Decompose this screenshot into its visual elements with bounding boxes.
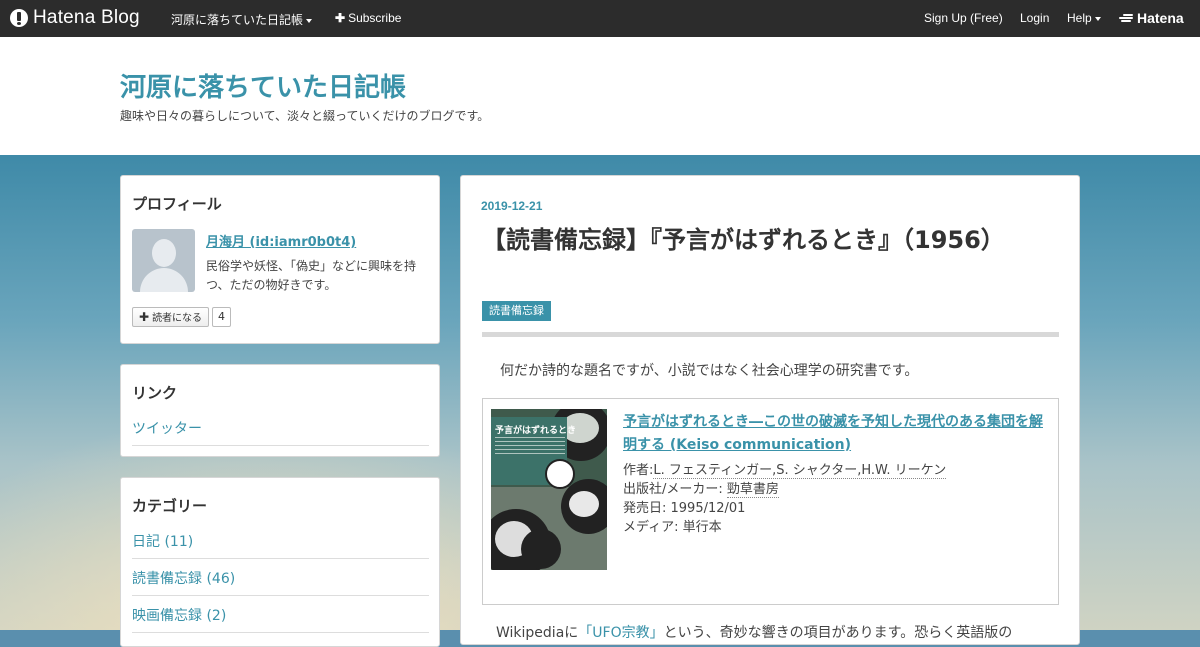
blog-title[interactable]: 河原に落ちていた日記帳 [120,67,406,104]
entry-lead-text: 何だか詩的な題名ですが、小説ではなく社会心理学の研究書です。 [500,363,919,379]
category-tag[interactable]: 読書備忘録 [482,301,551,321]
chevron-down-icon [1094,16,1101,21]
product-info: 作者:L. フェスティンガー,S. シャクター,H.W. リーケン 出版社/メー… [623,461,947,537]
avatar[interactable] [132,229,195,292]
body-text-prefix: Wikipediaに [496,625,579,641]
hatena-blog-logo-text: Hatena Blog [33,7,140,28]
profile-heading: プロフィール [132,195,222,213]
category-diary[interactable]: 日記 (11) [132,531,193,551]
blog-menu-label: 河原に落ちていた日記帳 [171,13,304,27]
plus-icon: ✚ [335,11,346,25]
signup-link[interactable]: Sign Up (Free) [924,11,1003,25]
hatena-logo-text: Hatena [1137,10,1184,26]
divider [132,558,429,559]
product-publisher-row: 出版社/メーカー: 勁草書房 [623,480,946,499]
publisher-label: 出版社/メーカー: [623,482,723,497]
links-module: リンク ツイッター [120,364,440,457]
avatar-head-shape [152,239,176,267]
entry-title[interactable]: 【読書備忘録】『予言がはずれるとき』（1956） [482,223,1022,257]
blog-header: 河原に落ちていた日記帳 趣味や日々の暮らしについて、淡々と綴っていくだけのブログ… [0,37,1200,155]
blog-description: 趣味や日々の暮らしについて、淡々と綴っていくだけのブログです。 [120,109,490,123]
ufo-religion-link[interactable]: 「UFO宗教」 [578,625,663,641]
profile-bio: 民俗学や妖怪、「偽史」などに興味を持つ、ただの物好きです。 [206,259,417,292]
entry-date[interactable]: 2019-12-21 [481,199,542,213]
categories-heading: カテゴリー [132,497,208,515]
links-heading: リンク [132,384,178,402]
entry-divider [482,332,1059,337]
product-author-row: 作者:L. フェスティンガー,S. シャクター,H.W. リーケン [623,461,947,480]
publisher-link[interactable]: 勁草書房 [726,482,779,498]
author-label: 作者: [623,463,654,478]
help-label: Help [1067,11,1092,25]
reader-count-badge: 4 [212,307,231,327]
product-media: メディア: 単行本 [623,520,722,535]
article: 2019-12-21 【読書備忘録】『予言がはずれるとき』（1956） 読書備忘… [460,175,1080,645]
chevron-down-icon [306,18,313,23]
link-twitter[interactable]: ツイッター [132,418,202,438]
divider [132,445,429,446]
cover-shape [521,529,561,569]
plus-icon: ✚ [139,310,150,324]
cover-shape [495,437,565,455]
divider [132,632,429,633]
global-header: Hatena Blog 河原に落ちていた日記帳 ✚ Subscribe Sign … [0,0,1200,37]
subscribe-label: Subscribe [348,11,402,25]
hatena-blog-logo[interactable]: Hatena Blog [10,7,140,29]
category-movie-notes[interactable]: 映画備忘録 (2) [132,605,226,625]
reader-button-label: 読者になる [152,313,203,324]
hatena-blog-logo-icon [10,9,28,27]
body-text-suffix: という、奇妙な響きの項目があります。恐らく英語版の [663,625,1013,641]
divider [132,595,429,596]
book-cover-image[interactable]: 予言がはずれるとき [491,409,607,570]
subscribe-button[interactable]: ✚ Subscribe [335,11,401,25]
author-link[interactable]: L. フェスティンガー,S. シャクター,H.W. リーケン [653,463,947,479]
category-reading-notes[interactable]: 読書備忘録 (46) [132,568,235,588]
cover-shape [569,491,599,517]
blog-menu-dropdown[interactable]: 河原に落ちていた日記帳 [171,11,313,28]
hatena-wing-icon [1118,13,1134,23]
hatena-logo[interactable]: Hatena [1118,10,1184,26]
profile-module: プロフィール 月海月 (id:iamr0b0t4) 民俗学や妖怪、「偽史」などに… [120,175,440,344]
help-dropdown[interactable]: Help [1067,11,1101,25]
subscribe-reader-button[interactable]: ✚ 読者になる [132,307,210,327]
cover-shape [545,459,575,489]
product-title-link[interactable]: 予言がはずれるとき―この世の破滅を予知した現代のある集団を解明する (Keiso… [623,411,1048,457]
categories-module: カテゴリー 日記 (11) 読書備忘録 (46) 映画備忘録 (2) [120,477,440,647]
login-link[interactable]: Login [1020,11,1049,25]
profile-name-link[interactable]: 月海月 (id:iamr0b0t4) [206,231,356,250]
product-release-date: 発売日: 1995/12/01 [623,501,746,516]
cover-title-text: 予言がはずれるとき [495,426,577,436]
product-card: 予言がはずれるとき 予言がはずれるとき―この世の破滅を予知した現代のある集団を解… [482,398,1059,605]
avatar-body-shape [140,268,188,292]
entry-body-text: Wikipediaに「UFO宗教」という、奇妙な響きの項目があります。恐らく英語… [496,622,1012,642]
